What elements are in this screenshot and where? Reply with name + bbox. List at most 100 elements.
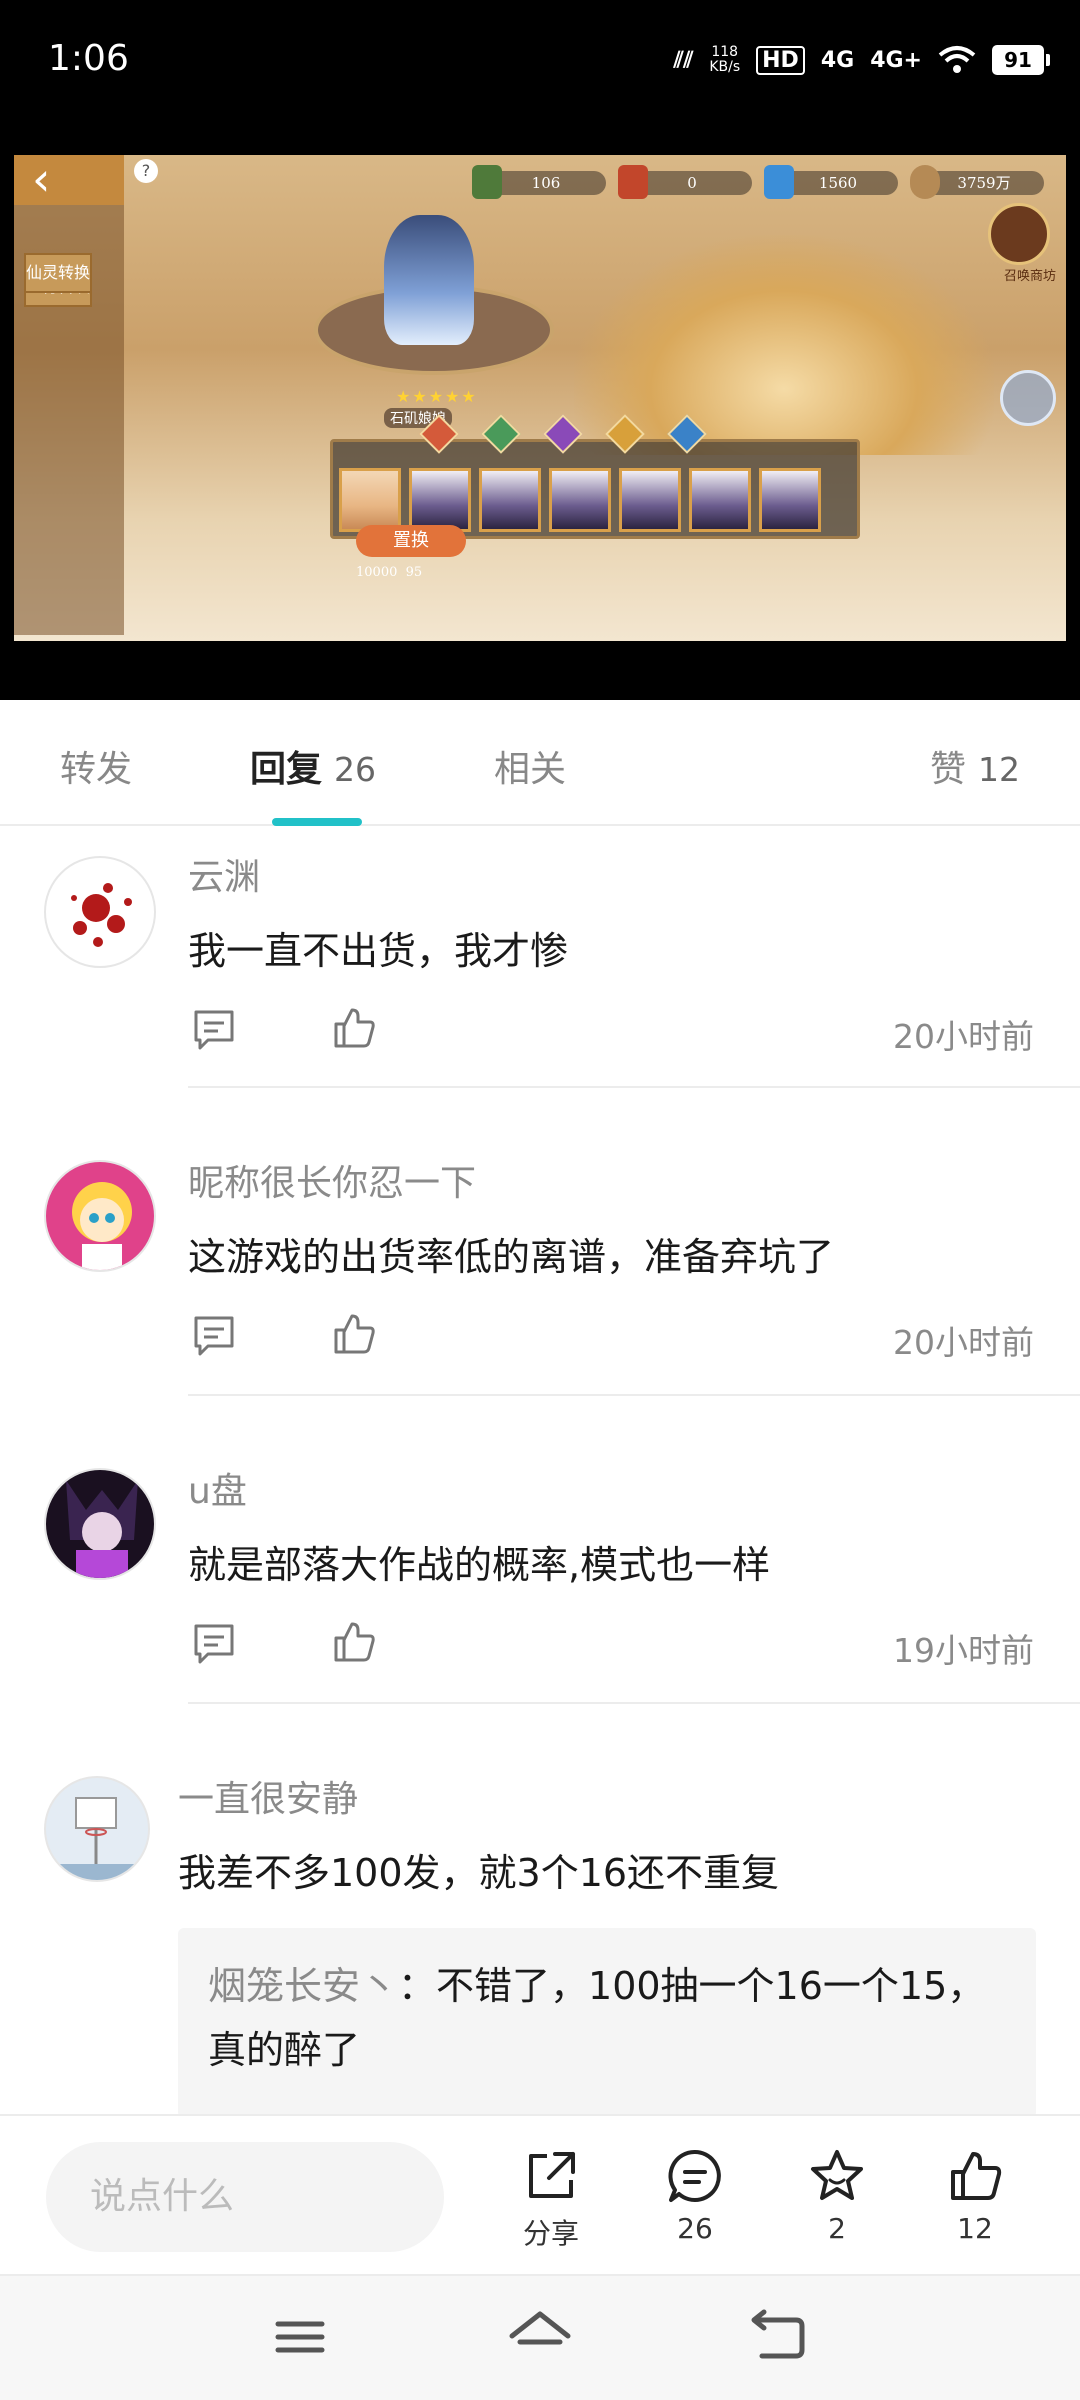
comment-text: 我差不多100发，就3个16还不重复	[178, 1851, 780, 1895]
tab-related-label: 相关	[494, 749, 567, 790]
comment-button[interactable]: 26	[640, 2146, 750, 2245]
book-icon	[472, 165, 502, 199]
comment-author[interactable]: u盘	[188, 1462, 247, 1514]
reply-icon[interactable]	[190, 1312, 238, 1360]
comment-count: 26	[677, 2212, 713, 2245]
resource-jade: 1560	[764, 165, 898, 199]
reply-icon[interactable]	[190, 1006, 238, 1054]
back-button[interactable]: ‹	[14, 155, 124, 205]
comment-author[interactable]: 昵称很长你忍一下	[188, 1154, 476, 1206]
hero-slot	[479, 468, 541, 532]
status-bar: 1:06 ⫽⫽ 118 KB/s HD 4G 4G+ 91	[0, 0, 1080, 155]
team-lineup	[330, 414, 860, 539]
avatar[interactable]	[44, 1468, 156, 1580]
tab-reply-label: 回复	[250, 749, 323, 790]
resource-gift: 0	[618, 165, 752, 199]
tab-reply-count: 26	[334, 750, 377, 789]
status-icons: ⫽⫽ 118 KB/s HD 4G 4G+ 91	[674, 38, 1050, 82]
avatar[interactable]	[44, 1776, 150, 1882]
battery-level: 91	[992, 45, 1044, 75]
summon-shop-icon	[988, 203, 1050, 265]
resource-coin: 3759万	[910, 165, 1044, 199]
favorite-button[interactable]: 2	[782, 2146, 892, 2245]
reply-icon[interactable]	[190, 1620, 238, 1668]
hero-stars: ★★★★★	[396, 387, 478, 406]
swap-cost: 10000 95	[356, 565, 556, 580]
coin-icon	[910, 165, 940, 199]
avatar[interactable]	[44, 1160, 156, 1272]
tab-indicator	[272, 818, 362, 826]
tab-forward[interactable]: 转发	[60, 740, 132, 792]
wood-element-icon	[481, 414, 521, 454]
favorite-count: 2	[828, 2212, 846, 2245]
like-icon[interactable]	[330, 1310, 378, 1358]
game-side-panel: 五行召唤 仙灵转换	[14, 195, 124, 635]
comment-input[interactable]: 说点什么	[46, 2142, 444, 2252]
tab-related[interactable]: 相关	[494, 740, 566, 792]
resource-jade-value: 1560	[818, 174, 858, 192]
comment-author[interactable]: 一直很安静	[178, 1770, 358, 1822]
comment-item: 昵称很长你忍一下 这游戏的出货率低的离谱，准备弃坑了 20小时前	[0, 1088, 1080, 1396]
comment-author[interactable]: 云渊	[188, 848, 260, 900]
hero-slot	[339, 468, 401, 532]
signal-icon: ⫽⫽	[673, 47, 694, 73]
nested-reply[interactable]: 烟笼长安丶：不错了，100抽一个16一个15，真的醉了	[178, 1928, 1036, 2118]
palace-background	[574, 235, 994, 455]
wifi-icon	[938, 46, 976, 73]
hero-slot	[759, 468, 821, 532]
resource-gift-value: 0	[687, 174, 697, 192]
comment-text: 这游戏的出货率低的离谱，准备弃坑了	[188, 1235, 835, 1279]
help-icon: ?	[134, 159, 158, 183]
comment-item: 云渊 我一直不出货，我才惨 20小时前	[0, 826, 1080, 1088]
resource-book-value: 106	[531, 174, 561, 192]
home-icon[interactable]	[500, 2302, 580, 2372]
cube-icon	[1000, 370, 1056, 426]
comment-text: 我一直不出货，我才惨	[188, 929, 569, 973]
comment-time: 19小时前	[893, 1631, 1034, 1670]
post-image-container[interactable]: 五行召唤 仙灵转换 ‹ ? 106 0 1560 3759万 召唤商坊 ★★★★…	[0, 155, 1080, 700]
tab-reply[interactable]: 回复 26	[250, 740, 376, 792]
like-count: 12	[957, 2212, 993, 2245]
tab-like-count: 12	[978, 750, 1020, 789]
basketball-hoop-avatar-image	[46, 1797, 148, 1880]
back-icon[interactable]	[740, 2302, 820, 2372]
resource-book: 106	[472, 165, 606, 199]
status-time: 1:06	[48, 38, 129, 79]
hd-icon: HD	[756, 45, 805, 75]
tab-like[interactable]: 赞 12	[930, 740, 1020, 792]
menu-icon[interactable]	[260, 2302, 340, 2372]
back-arrow-icon: ‹	[32, 155, 51, 206]
reply-author[interactable]: 烟笼长安丶	[208, 1964, 398, 2008]
like-button[interactable]: 12	[920, 2146, 1030, 2245]
cost-coin: 10000	[356, 565, 398, 580]
battery-icon: 91	[992, 45, 1050, 75]
comment-time: 20小时前	[893, 1323, 1034, 1362]
tab-forward-label: 转发	[60, 749, 133, 790]
game-side-tab-convert: 仙灵转换	[24, 253, 93, 293]
star-icon	[811, 2150, 863, 2200]
post-tabs: 转发 回复 26 相关 赞 12	[0, 700, 1080, 826]
anime-avatar-image	[66, 1480, 138, 1578]
avatar[interactable]	[44, 856, 156, 968]
game-screenshot[interactable]: 五行召唤 仙灵转换 ‹ ? 106 0 1560 3759万 召唤商坊 ★★★★…	[14, 155, 1066, 641]
cost-jade: 95	[405, 565, 423, 580]
hero-figure	[384, 215, 474, 345]
comment-time: 20小时前	[893, 1017, 1034, 1056]
hero-slot	[409, 468, 471, 532]
net-speed: 118 KB/s	[709, 45, 740, 75]
thumbs-up-icon	[951, 2152, 1002, 2200]
signal-4g-icon: 4G	[820, 47, 855, 73]
hero-slot	[549, 468, 611, 532]
swap-button: 置换	[356, 525, 466, 557]
tab-like-label: 赞	[929, 749, 966, 790]
signal-4g-plus-icon: 4G+	[870, 47, 922, 73]
comment-item: u盘 就是部落大作战的概率,模式也一样 19小时前	[0, 1396, 1080, 1704]
like-icon[interactable]	[330, 1004, 378, 1052]
like-icon[interactable]	[330, 1618, 378, 1666]
cartoon-avatar-image	[72, 1182, 132, 1270]
gift-icon	[618, 165, 648, 199]
share-icon	[529, 2152, 575, 2198]
summon-shop-label: 召唤商坊	[1003, 269, 1056, 284]
share-button[interactable]: 分享	[496, 2146, 606, 2252]
comment-text: 就是部落大作战的概率,模式也一样	[188, 1543, 771, 1587]
